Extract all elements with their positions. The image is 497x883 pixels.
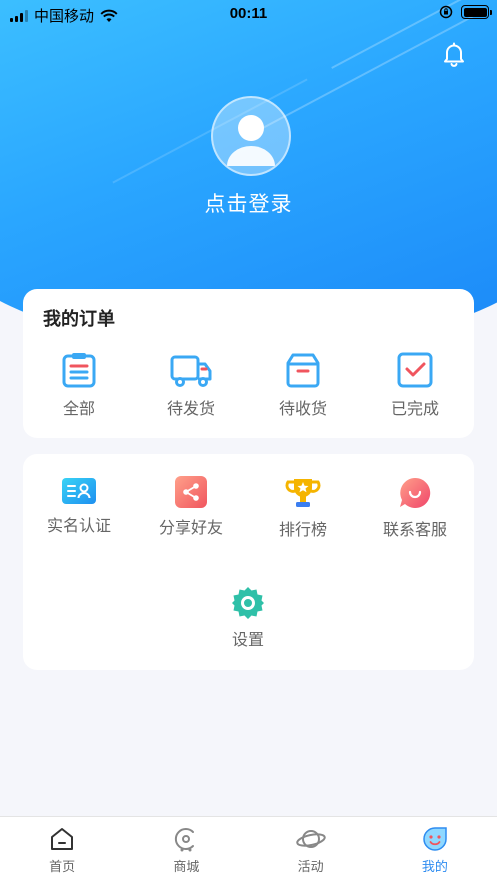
order-pending-receipt-label: 待收货 [278,401,327,418]
service-share-friends-label: 分享好友 [158,520,223,537]
user-avatar-icon[interactable] [211,96,291,176]
smile-face-icon [423,827,447,851]
home-icon [51,828,74,850]
planet-icon [295,830,326,848]
tab-activity[interactable]: 活动 [249,817,373,883]
tab-home-label: 首页 [49,859,76,874]
battery-icon [461,5,492,19]
package-box-icon [286,353,320,388]
clipboard-list-icon [62,353,96,388]
service-customer-support[interactable]: 联系客服 [359,476,471,540]
id-card-icon [62,478,96,504]
orders-title: 我的订单 [43,309,115,329]
orientation-lock-icon [439,5,453,19]
bottom-tab-bar: 首页 商城 活动 我的 [0,816,497,883]
service-settings-label: 设置 [231,632,264,649]
service-settings[interactable]: 设置 [192,586,304,650]
order-all[interactable]: 全部 [23,351,135,419]
tab-mine[interactable]: 我的 [373,817,497,883]
mall-icon [175,828,195,852]
order-completed-label: 已完成 [390,401,439,418]
delivery-truck-icon [170,355,212,387]
tab-home[interactable]: 首页 [0,817,124,883]
tab-activity-label: 活动 [297,859,324,874]
tab-mall[interactable]: 商城 [124,817,248,883]
status-time: 00:11 [229,5,268,22]
login-button[interactable]: 点击登录 [0,188,497,218]
service-real-name-verification-label: 实名认证 [46,518,111,535]
services-card: 实名认证 分享好友 排行榜 联系客服 设置 [23,454,474,670]
order-pending-receipt[interactable]: 待收货 [247,351,359,419]
service-leaderboard[interactable]: 排行榜 [247,476,359,540]
share-icon [175,476,207,508]
checkbox-done-icon [397,352,433,388]
my-orders-card: 我的订单 全部 待发货 待收货 已完成 [23,289,474,438]
order-completed[interactable]: 已完成 [359,351,471,419]
tab-mall-label: 商城 [173,859,200,874]
trophy-icon [285,479,321,507]
service-customer-support-label: 联系客服 [382,522,447,539]
order-pending-shipment-label: 待发货 [166,401,215,418]
service-leaderboard-label: 排行榜 [278,522,327,539]
order-all-label: 全部 [62,401,95,418]
order-pending-shipment[interactable]: 待发货 [135,351,247,419]
bell-icon[interactable] [440,40,468,68]
service-share-friends[interactable]: 分享好友 [135,476,247,538]
service-real-name-verification[interactable]: 实名认证 [23,476,135,536]
chat-bubble-icon [400,477,431,508]
status-bar: 中国移动 00:11 [0,0,497,28]
tab-mine-label: 我的 [421,859,448,874]
profile-page: 中国移动 00:11 点击登录 我的订单 全部 待发货 待收货 已完成 实名认证… [0,0,497,883]
gear-icon [232,587,264,619]
